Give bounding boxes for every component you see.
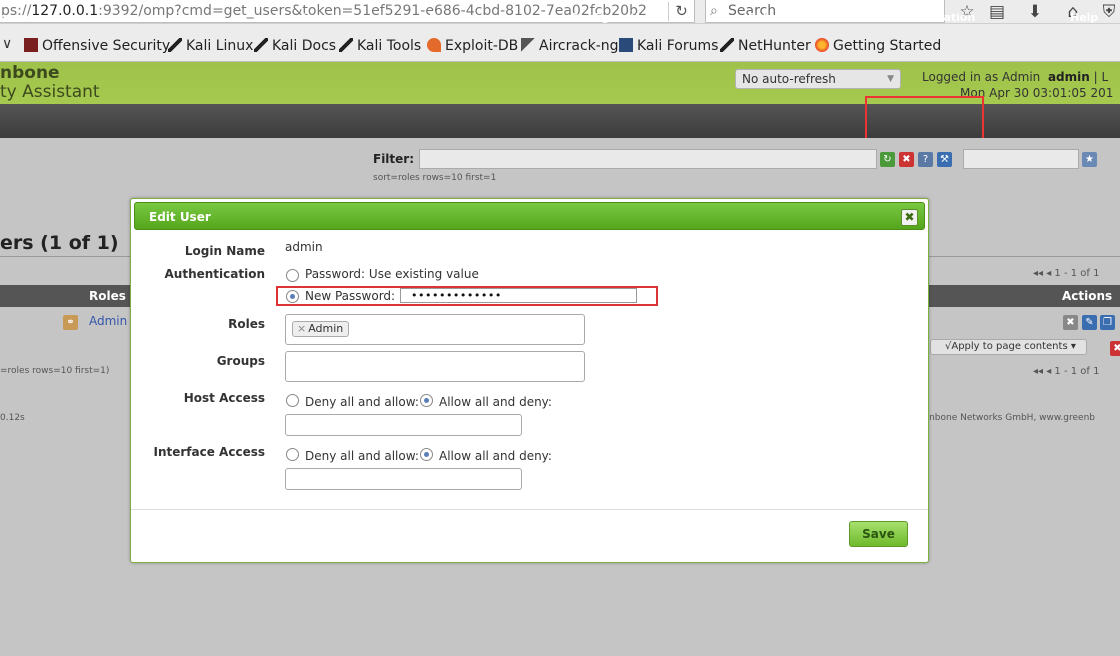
iface-deny-all-label: Deny all and allow: — [305, 449, 419, 463]
chevron-down-icon: ▼ — [887, 74, 894, 84]
filter-label: Filter: — [373, 152, 415, 166]
groups-label: Groups — [216, 354, 265, 368]
existing-password-label: Password: Use existing value — [305, 267, 479, 281]
shield-icon[interactable]: ⛨ — [1096, 1, 1120, 23]
role-icon: ⚭ — [63, 315, 78, 330]
kali-forums-icon — [619, 38, 633, 52]
nav-scans[interactable]: Scans — [117, 11, 153, 24]
login-name-label: Login Name — [184, 244, 265, 258]
nav-dashboard[interactable]: oard — [0, 11, 28, 24]
nav-configuration[interactable]: Configuration — [570, 11, 655, 24]
download-icon[interactable]: ⬇ — [1022, 1, 1048, 23]
offsec-icon — [24, 38, 38, 52]
roles-label: Roles — [228, 317, 265, 331]
reading-list-icon[interactable]: ▤ — [984, 1, 1010, 23]
render-time: 0.12s — [0, 413, 25, 423]
bookmark-getting-started[interactable]: Getting Started — [815, 37, 941, 55]
reload-icon[interactable]: ↻ — [668, 2, 694, 21]
nav-help[interactable]: Help — [1070, 11, 1098, 24]
refresh-icon[interactable]: ↻ — [880, 152, 895, 167]
column-actions: Actions — [1062, 289, 1113, 303]
radio-host-allow-all[interactable] — [420, 394, 433, 407]
filter-name-input[interactable] — [963, 149, 1079, 169]
host-deny-all-label: Deny all and allow: — [305, 395, 419, 409]
clone-icon[interactable]: ❐ — [1100, 315, 1115, 330]
url-path: :9392/omp?cmd=get_users&token=51ef5291-e… — [98, 3, 647, 19]
interface-access-label: Interface Access — [153, 445, 266, 459]
login-info: Logged in as Admin admin | L — [922, 70, 1109, 84]
edit-user-dialog: Edit User ✖ Login Name admin Authenticat… — [130, 198, 929, 563]
pager-bottom: ◂◂ ◂ 1 - 1 of 1 — [1033, 366, 1100, 377]
nav-secinfo[interactable]: SecInfo — [429, 11, 475, 24]
groups-select[interactable] — [285, 351, 585, 382]
bookmarks-toolbar: ∨ Offensive Security Kali Linux Kali Doc… — [0, 33, 1120, 61]
authentication-label: Authentication — [164, 267, 266, 281]
host-allow-all-label: Allow all and deny: — [439, 395, 552, 409]
chevron-down-icon[interactable]: ∨ — [2, 36, 12, 52]
bookmark-nethunter[interactable]: NetHunter — [720, 37, 811, 55]
star-icon[interactable]: ★ — [1082, 152, 1097, 167]
delete-icon[interactable]: ✖ — [1063, 315, 1078, 330]
help-icon[interactable]: ? — [918, 152, 933, 167]
firefox-icon — [815, 38, 829, 52]
filter-meta: sort=roles rows=10 first=1 — [373, 173, 497, 183]
delete-bulk-icon[interactable]: ✖ — [1110, 341, 1120, 356]
close-icon[interactable]: ✖ — [901, 209, 918, 226]
nav-extras[interactable]: Extras — [748, 11, 787, 24]
edit-icon[interactable]: ✎ — [1082, 315, 1097, 330]
auto-refresh-select[interactable]: No auto-refresh ▼ — [735, 69, 901, 89]
save-button[interactable]: Save — [849, 521, 908, 547]
bottom-filter-meta: =roles rows=10 first=1) — [0, 366, 110, 376]
kali-dragon-icon — [720, 38, 734, 52]
login-name-value: admin — [285, 240, 323, 254]
column-roles[interactable]: Roles — [89, 289, 126, 303]
bookmark-kali-linux[interactable]: Kali Linux — [168, 37, 253, 55]
footer-copyright: eenbone Networks GmbH, www.greenb — [918, 413, 1095, 423]
bookmark-aircrack-ng[interactable]: Aircrack-ng — [521, 37, 619, 55]
nav-administration[interactable]: Administration — [883, 11, 975, 24]
host-access-input[interactable] — [285, 414, 522, 436]
apply-to-page-select[interactable]: √Apply to page contents ▾ — [930, 339, 1087, 355]
bookmark-offensive-security[interactable]: Offensive Security — [24, 37, 170, 55]
role-tag: × Admin — [292, 321, 350, 337]
kali-dragon-icon — [168, 38, 182, 52]
dialog-title-bar[interactable]: Edit User ✖ — [134, 202, 925, 230]
interface-access-input[interactable] — [285, 468, 522, 490]
kali-dragon-icon — [254, 38, 268, 52]
wrench-icon[interactable]: ⚒ — [937, 152, 952, 167]
host-access-label: Host Access — [183, 391, 265, 405]
radio-existing-password[interactable] — [286, 269, 299, 282]
remove-tag-icon[interactable]: × — [297, 322, 306, 335]
pager-top: ◂◂ ◂ 1 - 1 of 1 — [1033, 268, 1100, 279]
bookmark-kali-forums[interactable]: Kali Forums — [619, 37, 718, 55]
password-highlight — [276, 286, 658, 306]
filter-input[interactable] — [419, 149, 877, 169]
radio-iface-allow-all[interactable] — [420, 448, 433, 461]
bookmark-exploit-db[interactable]: Exploit-DB — [427, 37, 518, 55]
radio-iface-deny-all[interactable] — [286, 448, 299, 461]
table-row-role[interactable]: Admin — [89, 314, 127, 328]
iface-allow-all-label: Allow all and deny: — [439, 449, 552, 463]
bookmark-kali-docs[interactable]: Kali Docs — [254, 37, 336, 55]
dialog-title: Edit User — [149, 210, 211, 224]
delete-filter-icon[interactable]: ✖ — [899, 152, 914, 167]
aircrack-icon — [521, 38, 535, 52]
page-title: ers (1 of 1) — [0, 232, 119, 254]
app-logo-line2: ty Assistant — [0, 82, 100, 102]
radio-host-deny-all[interactable] — [286, 394, 299, 407]
app-logo-line1: nbone — [0, 63, 60, 83]
roles-select[interactable]: × Admin — [285, 314, 585, 345]
bookmark-kali-tools[interactable]: Kali Tools — [339, 37, 421, 55]
kali-dragon-icon — [339, 38, 353, 52]
search-icon: ⌕ — [710, 3, 718, 19]
url-host: 127.0.0.1 — [31, 3, 99, 19]
exploitdb-icon — [427, 38, 441, 52]
nav-assets[interactable]: Assets — [273, 11, 314, 24]
username-link[interactable]: admin — [1048, 70, 1090, 84]
